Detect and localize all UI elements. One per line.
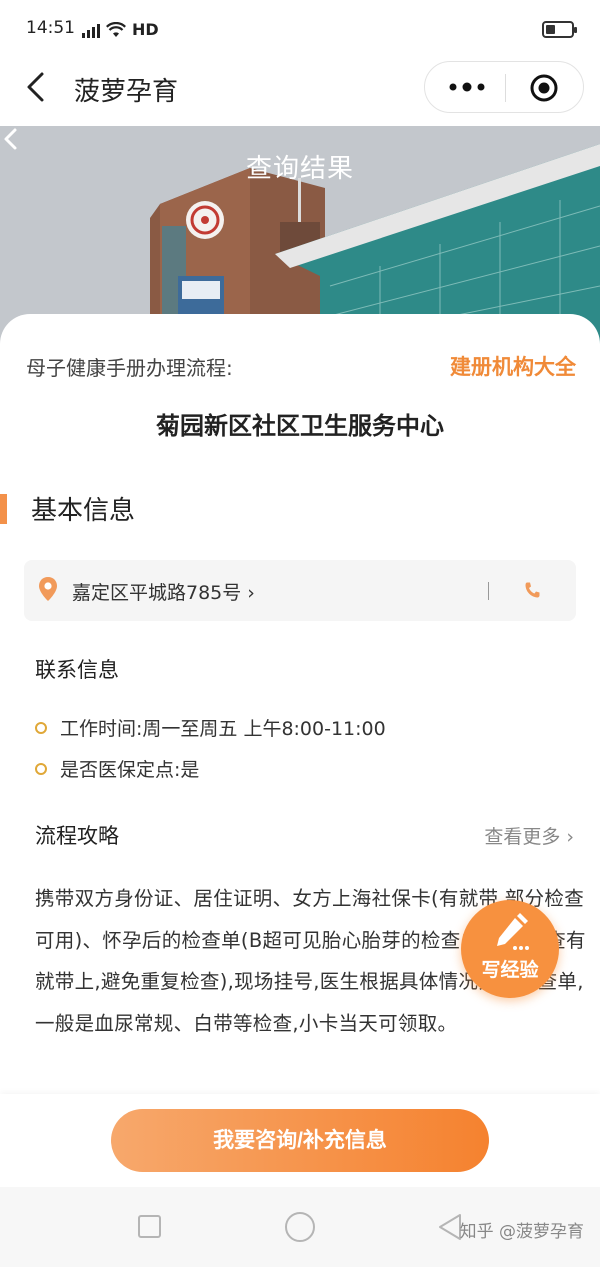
work-time-text: 工作时间:周一至周五 上午8:00-11:00: [60, 718, 386, 740]
capsule-menu: [424, 61, 584, 113]
recent-apps-icon[interactable]: [138, 1215, 161, 1238]
org-directory-link[interactable]: 建册机构大全: [450, 351, 576, 381]
chevron-left-icon[interactable]: [22, 70, 52, 104]
address-divider: [488, 582, 489, 600]
pencil-icon: [497, 913, 529, 950]
write-experience-button[interactable]: 写经验: [461, 900, 559, 998]
contact-info-title: 联系信息: [35, 658, 119, 682]
insurance-text: 是否医保定点:是: [60, 759, 200, 781]
hd-indicator: HD: [132, 20, 159, 39]
section-marker: [0, 494, 7, 524]
flow-guide-title: 流程攻略: [35, 824, 119, 848]
insurance-row: 是否医保定点:是: [35, 755, 199, 782]
bullet-circle-icon: [35, 762, 47, 775]
status-time: 14:51: [26, 18, 75, 38]
bottom-action-bar: 我要咨询/补充信息: [0, 1094, 600, 1187]
battery-icon: [542, 21, 577, 38]
signal-icon: [82, 22, 100, 38]
basic-info-title: 基本信息: [31, 496, 136, 526]
address-bar[interactable]: 嘉定区平城路785号 ›: [24, 560, 576, 621]
capsule-divider: [505, 74, 506, 102]
system-nav-bar: 知乎 @菠萝孕育: [0, 1187, 600, 1267]
phone-icon[interactable]: [524, 581, 540, 599]
bullet-circle-icon: [35, 721, 47, 734]
flow-label: 母子健康手册办理流程:: [26, 356, 233, 380]
app-title: 菠萝孕育: [74, 77, 179, 107]
address-text[interactable]: 嘉定区平城路785号 ›: [72, 578, 255, 605]
wifi-icon: [106, 21, 126, 37]
target-circle-icon[interactable]: [529, 73, 559, 103]
more-dots-icon[interactable]: [447, 79, 487, 95]
nav-bar: 菠萝孕育: [0, 56, 600, 126]
work-time-row: 工作时间:周一至周五 上午8:00-11:00: [35, 714, 386, 741]
write-experience-label: 写经验: [481, 959, 539, 981]
home-icon[interactable]: [285, 1212, 315, 1242]
status-icons: HD: [82, 20, 159, 39]
see-more-link[interactable]: 查看更多 ›: [484, 822, 574, 849]
status-bar: 14:51 HD: [0, 0, 600, 56]
consult-button[interactable]: 我要咨询/补充信息: [111, 1109, 489, 1172]
center-name: 菊园新区社区卫生服务中心: [156, 412, 444, 440]
watermark-text: 知乎 @菠萝孕育: [459, 1222, 584, 1242]
page-title: 查询结果: [245, 154, 354, 184]
location-pin-icon: [39, 577, 57, 601]
